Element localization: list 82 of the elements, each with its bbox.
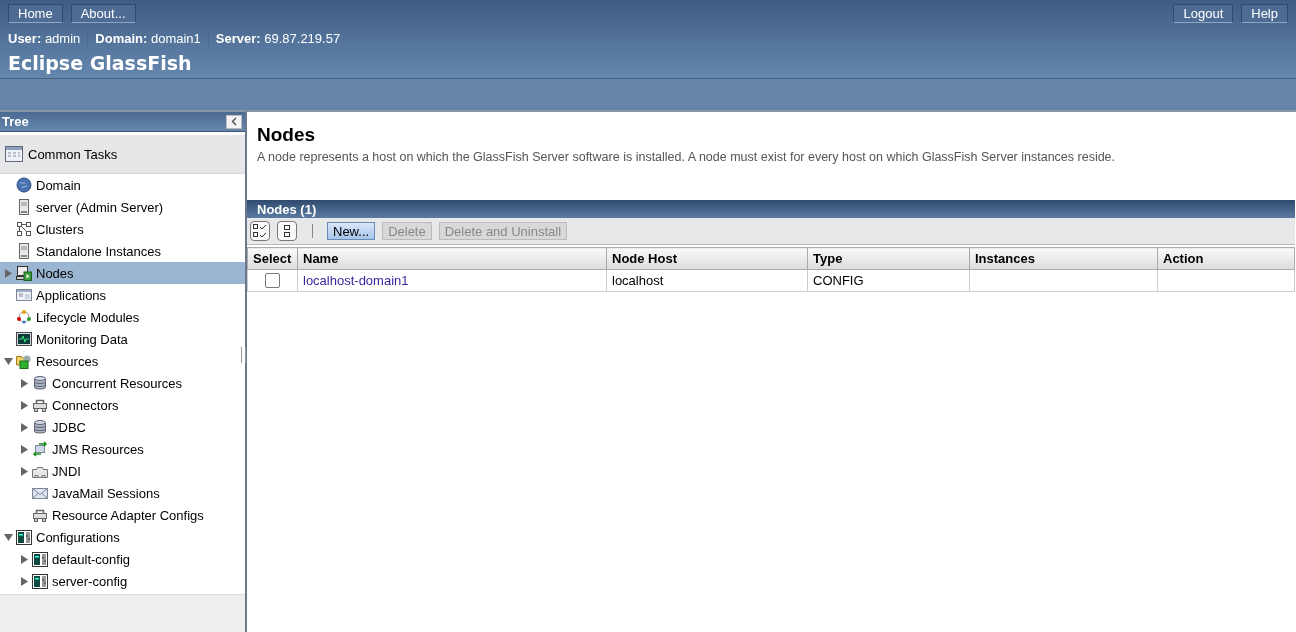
tree-item[interactable]: Domain <box>0 174 245 196</box>
common-tasks-item[interactable]: Common Tasks <box>0 135 245 174</box>
exchange-arrows-icon <box>32 441 48 457</box>
collapsed-arrow-icon[interactable] <box>19 554 29 564</box>
collapsed-arrow-icon[interactable] <box>19 422 29 432</box>
empty-list-icon <box>283 224 291 238</box>
server-icon <box>16 243 32 259</box>
config-icon <box>16 529 32 545</box>
tree-item[interactable]: server-config <box>0 570 245 592</box>
database-icon <box>32 419 48 435</box>
page-title: Nodes <box>257 124 317 146</box>
info-value: domain1 <box>150 30 201 46</box>
header-button[interactable]: Help <box>1241 4 1288 23</box>
envelope-icon <box>32 485 48 501</box>
config-icon <box>32 551 48 567</box>
computer-icon <box>16 265 32 281</box>
server-icon <box>16 199 32 215</box>
product-name: Eclipse GlassFish <box>8 52 192 74</box>
tree-item[interactable]: Concurrent Resources <box>0 372 245 394</box>
column-header[interactable]: Select <box>247 247 298 270</box>
info-label: User: <box>8 30 42 46</box>
tree-item[interactable]: Standalone Instances <box>0 240 245 262</box>
tree-item[interactable]: Lifecycle Modules <box>0 306 245 328</box>
checked-list-icon <box>253 224 267 238</box>
column-header[interactable]: Node Host <box>606 247 808 270</box>
row-checkbox[interactable] <box>265 273 280 288</box>
connector-icon <box>32 507 48 523</box>
config-icon <box>32 573 48 589</box>
globe-icon <box>16 177 32 193</box>
info-label: Server: <box>215 30 261 46</box>
tree-item[interactable]: JNDI <box>0 460 245 482</box>
collapsed-arrow-icon[interactable] <box>19 444 29 454</box>
tree-item[interactable]: Resources <box>0 350 245 372</box>
database-icon <box>32 375 48 391</box>
tree-item[interactable]: Resource Adapter Configs <box>0 504 245 526</box>
table-cell: localhost <box>606 269 808 292</box>
column-header[interactable]: Action <box>1157 247 1295 270</box>
collapsed-arrow-icon[interactable] <box>3 268 13 278</box>
table-cell: CONFIG <box>807 269 970 292</box>
resize-handle[interactable] <box>241 347 246 363</box>
tree-item[interactable]: Clusters <box>0 218 245 240</box>
collapsed-arrow-icon[interactable] <box>19 576 29 586</box>
select-all-button[interactable] <box>250 221 270 241</box>
info-value: 69.87.219.57 <box>264 30 341 46</box>
tree-item[interactable]: default-config <box>0 548 245 570</box>
tree-item[interactable]: Configurations <box>0 526 245 548</box>
tree-item[interactable]: JMS Resources <box>0 438 245 460</box>
toolbar-button[interactable]: New... <box>327 222 376 240</box>
cluster-icon <box>16 221 32 237</box>
chevron-left-icon <box>230 117 238 126</box>
expanded-arrow-icon[interactable] <box>3 356 13 366</box>
tree-item[interactable]: Monitoring Data <box>0 328 245 350</box>
tree-title: Tree <box>2 114 29 129</box>
collapse-button[interactable] <box>226 114 242 129</box>
table-title: Nodes (1) <box>257 201 317 217</box>
tree-item[interactable]: JDBC <box>0 416 245 438</box>
window-icon <box>16 287 32 303</box>
page-description: A node represents a host on which the GlassFish Server software is installed. A node must exist for every host on which GlassFish Server instances reside. <box>257 150 1117 164</box>
tree-item[interactable]: Applications <box>0 284 245 306</box>
node-link[interactable]: localhost-domain1 <box>303 273 409 288</box>
header-button[interactable]: About... <box>70 4 136 23</box>
column-header[interactable]: Type <box>807 247 970 270</box>
lifecycle-icon <box>16 309 32 325</box>
expanded-arrow-icon[interactable] <box>3 532 13 542</box>
collapsed-arrow-icon[interactable] <box>19 400 29 410</box>
collapsed-arrow-icon[interactable] <box>19 466 29 476</box>
header-button[interactable]: Logout <box>1173 4 1234 23</box>
column-header[interactable]: Instances <box>969 247 1158 270</box>
table-icon <box>5 146 23 162</box>
tree-item[interactable]: Connectors <box>0 394 245 416</box>
deselect-all-button[interactable] <box>277 221 297 241</box>
connector-icon <box>32 397 48 413</box>
header-button[interactable]: Home <box>8 4 63 23</box>
tree-item[interactable]: JavaMail Sessions <box>0 482 245 504</box>
resources-icon <box>16 353 32 369</box>
tree-item[interactable]: server (Admin Server) <box>0 196 245 218</box>
column-header[interactable]: Name <box>297 247 607 270</box>
tree-item[interactable]: Nodes <box>0 262 245 284</box>
info-label: Domain: <box>95 30 148 46</box>
collapsed-arrow-icon[interactable] <box>19 378 29 388</box>
info-value: admin <box>44 30 81 46</box>
monitor-icon <box>16 331 32 347</box>
